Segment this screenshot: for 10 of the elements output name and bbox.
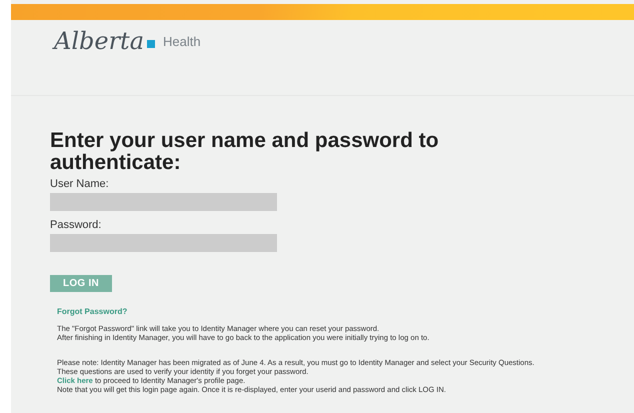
field-label: Password: (50, 219, 102, 232)
input-field[interactable] (50, 234, 277, 252)
forgot-password-link[interactable]: Forgot Password? (57, 307, 634, 316)
page-heading: Enter your user name and password to authenticate: (50, 130, 440, 174)
logo-wordmark: Alberta (54, 26, 144, 56)
logo-square-icon (147, 40, 155, 48)
logo-subtitle: Health (163, 32, 201, 50)
field-label: User Name: (50, 178, 110, 191)
login-button[interactable]: LOG IN (50, 275, 112, 292)
input-field[interactable] (50, 193, 277, 211)
